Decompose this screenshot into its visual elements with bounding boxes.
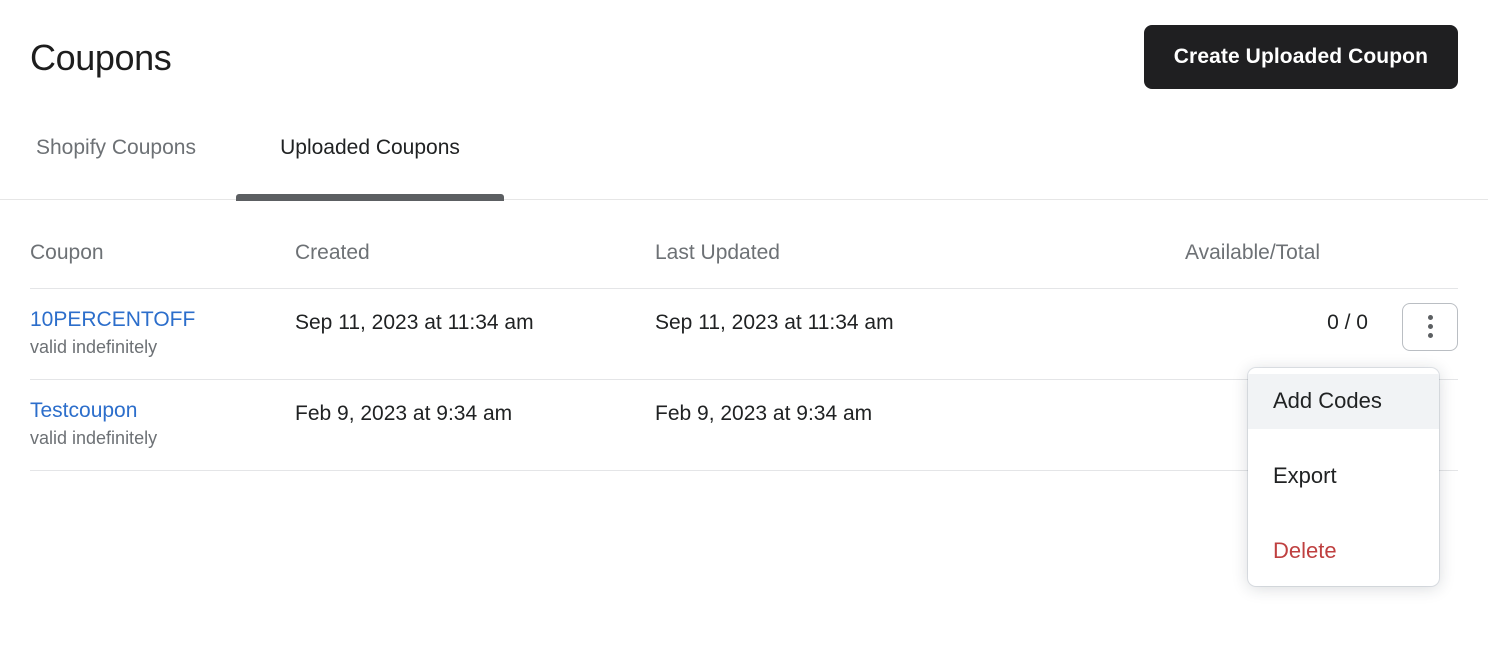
row-actions-kebab-button[interactable] [1402,302,1458,351]
coupon-validity: valid indefinitely [30,337,158,357]
cell-coupon: 10PERCENTOFF valid indefinitely [30,288,295,380]
column-header-available-total: Available/Total [1185,240,1385,289]
cell-created: Sep 11, 2023 at 11:34 am [295,288,655,380]
tab-uploaded-coupons[interactable]: Uploaded Coupons [236,118,504,201]
tab-label: Uploaded Coupons [280,136,460,159]
tab-label: Shopify Coupons [36,136,196,159]
kebab-menu-icon [1427,324,1433,329]
column-header-last-updated: Last Updated [655,240,1185,289]
cell-coupon: Testcoupon valid indefinitely [30,379,295,471]
cell-last-updated: Sep 11, 2023 at 11:34 am [655,288,1185,380]
kebab-menu-icon [1427,315,1433,320]
menu-separator [1248,429,1439,449]
row-actions-dropdown-menu: Add Codes Export Delete [1248,368,1439,586]
tab-bar: Shopify Coupons Uploaded Coupons [0,118,1488,201]
column-header-coupon: Coupon [30,240,295,289]
cell-available-total: 0 / 0 [1185,288,1385,380]
last-updated-date: Sep 11, 2023 at 11:34 am [655,311,894,334]
table-row: 10PERCENTOFF valid indefinitely Sep 11, … [30,288,1458,380]
available-total-value: 0 / 0 [1327,311,1368,334]
menu-item-export[interactable]: Export [1248,449,1439,504]
coupon-link[interactable]: Testcoupon [30,398,295,424]
cell-created: Feb 9, 2023 at 9:34 am [295,379,655,471]
table-row: Testcoupon valid indefinitely Feb 9, 202… [30,379,1458,471]
menu-separator [1248,504,1439,524]
table-body: 10PERCENTOFF valid indefinitely Sep 11, … [30,288,1458,471]
created-date: Sep 11, 2023 at 11:34 am [295,311,534,334]
menu-item-add-codes[interactable]: Add Codes [1248,374,1439,429]
column-header-created: Created [295,240,655,289]
cell-last-updated: Feb 9, 2023 at 9:34 am [655,379,1185,471]
table-head: Coupon Created Last Updated Available/To… [30,240,1458,289]
last-updated-date: Feb 9, 2023 at 9:34 am [655,402,873,425]
column-header-actions [1385,240,1458,289]
coupon-link[interactable]: 10PERCENTOFF [30,307,295,333]
page-header: Coupons Create Uploaded Coupon [0,0,1488,110]
table-header-row: Coupon Created Last Updated Available/To… [30,240,1458,289]
create-uploaded-coupon-button[interactable]: Create Uploaded Coupon [1143,25,1458,89]
created-date: Feb 9, 2023 at 9:34 am [295,402,513,425]
menu-item-delete[interactable]: Delete [1248,524,1439,579]
page-title: Coupons [30,37,172,78]
kebab-menu-icon [1427,333,1433,338]
tab-shopify-coupons[interactable]: Shopify Coupons [30,118,196,200]
cell-actions [1385,288,1458,380]
coupon-validity: valid indefinitely [30,428,158,448]
coupons-table: Coupon Created Last Updated Available/To… [30,240,1458,471]
coupons-table-container: Coupon Created Last Updated Available/To… [30,240,1458,471]
